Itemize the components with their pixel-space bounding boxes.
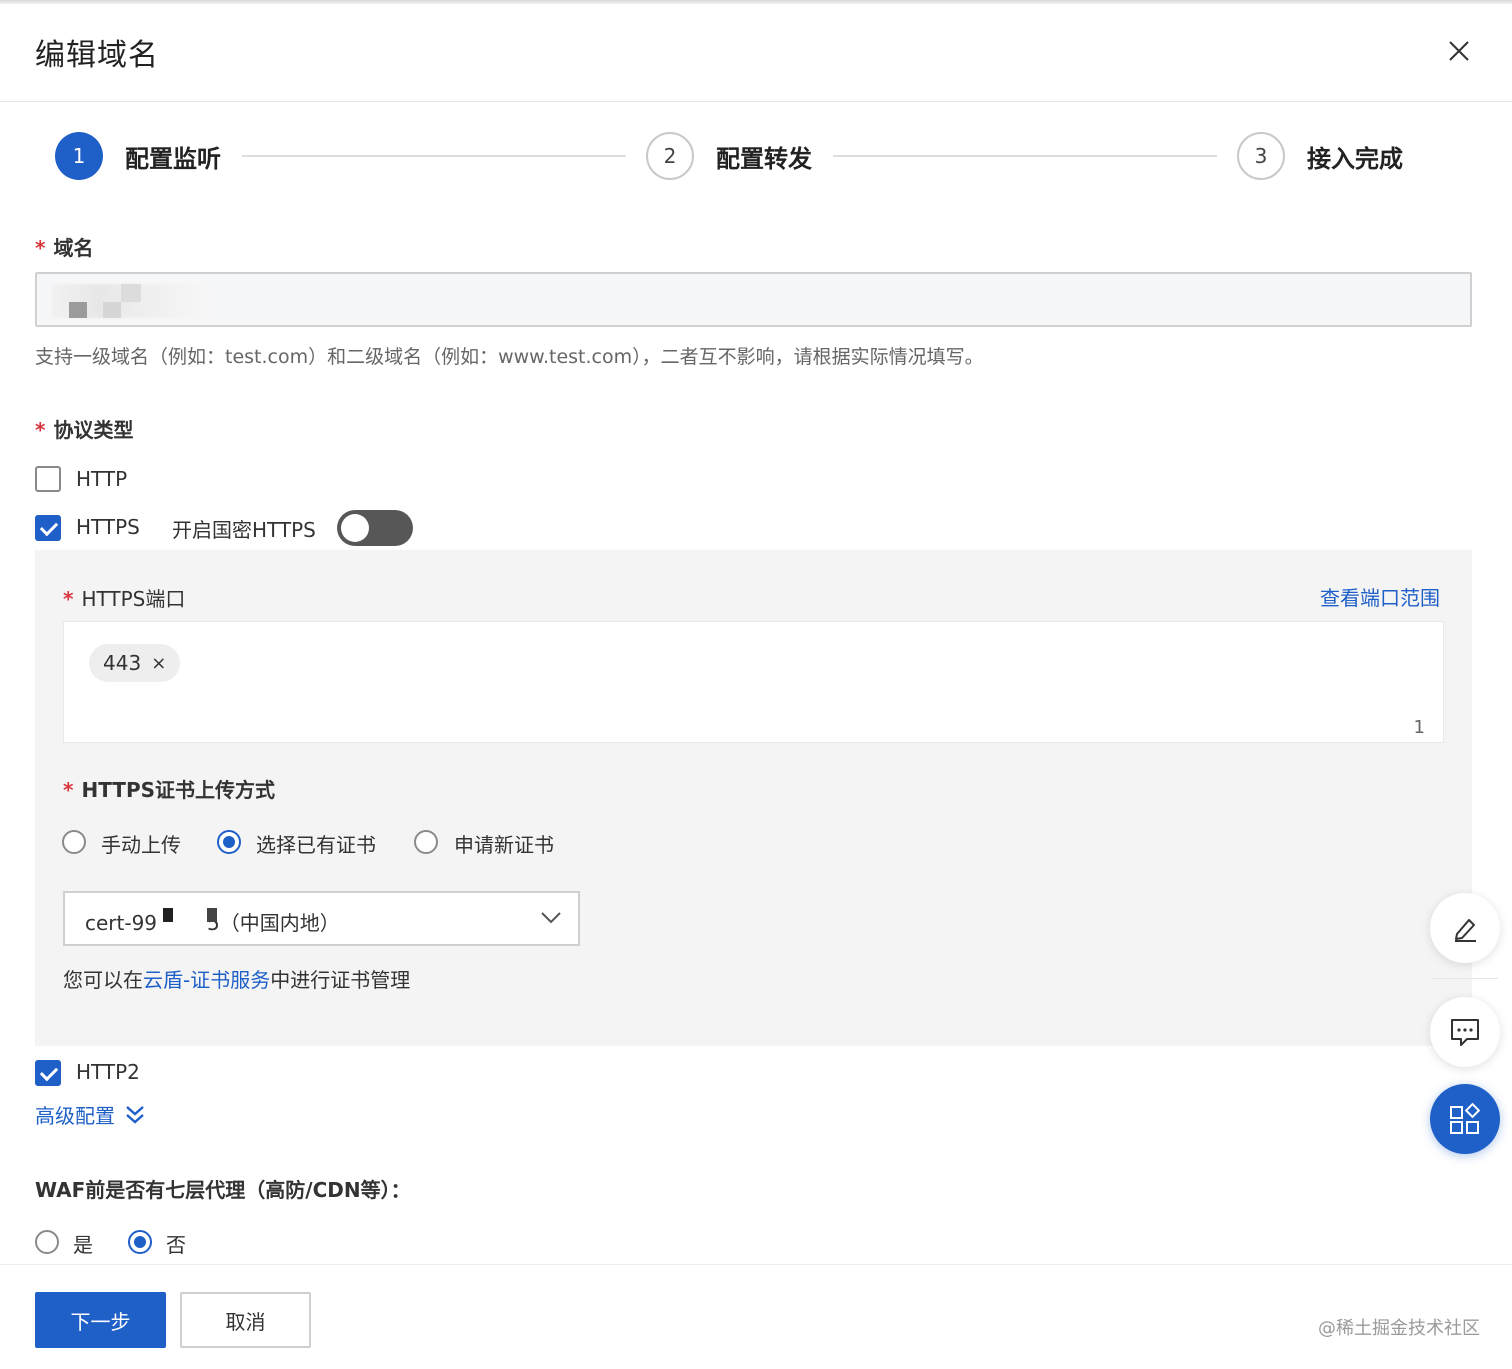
https-port-label-text: HTTPS端口 [81, 587, 186, 611]
apps-float-button[interactable] [1430, 1084, 1500, 1154]
cert-manage-text: 您可以在云盾-证书服务中进行证书管理 [63, 964, 410, 993]
next-button[interactable]: 下一步 [35, 1292, 166, 1348]
redacted-block [163, 908, 173, 922]
proxy-question-label: WAF前是否有七层代理（高防/CDN等）： [35, 1178, 411, 1202]
step-1: 1 配置监听 [55, 132, 221, 180]
required-mark: * [35, 418, 46, 442]
radio-new-cert-label: 申请新证书 [454, 833, 554, 857]
cert-upload-label-text: HTTPS证书上传方式 [81, 778, 276, 802]
toggle-knob [341, 514, 369, 542]
close-icon [1449, 41, 1469, 61]
radio-proxy-yes[interactable] [35, 1230, 59, 1254]
radio-existing-cert[interactable] [217, 830, 241, 854]
double-chevron-down-icon [126, 1105, 144, 1124]
feedback-float-button[interactable] [1430, 997, 1500, 1067]
required-mark: * [63, 778, 74, 802]
step-1-label: 配置监听 [125, 144, 221, 173]
chat-icon [1451, 1019, 1479, 1046]
domain-label-text: 域名 [53, 236, 94, 260]
watermark: @稀土掘金技术社区 [1318, 1318, 1480, 1339]
step-connector-2 [833, 155, 1217, 157]
redacted-block [69, 302, 87, 318]
radio-proxy-no-label: 否 [166, 1233, 186, 1257]
port-count: 1 [1413, 717, 1425, 738]
required-mark: * [63, 587, 74, 611]
cert-select-id: cert-99 [85, 911, 158, 935]
step-1-number: 1 [55, 132, 103, 180]
https-checkbox[interactable] [35, 515, 61, 541]
http-label: HTTP [76, 467, 128, 491]
edit-float-button[interactable] [1430, 893, 1500, 963]
redacted-block [121, 284, 141, 302]
redacted-block [207, 908, 217, 922]
radio-manual-upload-label: 手动上传 [101, 833, 181, 857]
advanced-config-label: 高级配置 [35, 1104, 115, 1128]
step-2-label: 配置转发 [716, 144, 812, 173]
gm-https-label: 开启国密HTTPS [172, 518, 316, 542]
required-mark: * [35, 236, 46, 260]
gm-https-toggle[interactable] [337, 510, 413, 546]
domain-input[interactable] [35, 272, 1472, 327]
domain-label: * 域名 [35, 232, 93, 261]
port-tag: 443 × [89, 644, 181, 682]
step-3-label: 接入完成 [1307, 144, 1403, 173]
close-button[interactable] [1444, 36, 1474, 66]
cert-select[interactable]: cert-99 5（中国内地） [63, 891, 580, 946]
step-3: 3 接入完成 [1237, 132, 1403, 180]
cert-manage-prefix: 您可以在 [63, 968, 143, 992]
step-3-number: 3 [1237, 132, 1285, 180]
port-tag-value: 443 [103, 651, 142, 675]
radio-proxy-no[interactable] [128, 1230, 152, 1254]
protocol-label: * 协议类型 [35, 414, 133, 443]
dialog-title: 编辑域名 [35, 38, 159, 73]
cert-upload-label: * HTTPS证书上传方式 [63, 774, 275, 803]
cert-service-link[interactable]: 云盾-证书服务 [143, 968, 270, 992]
cancel-button[interactable]: 取消 [180, 1292, 311, 1348]
view-port-range-link[interactable]: 查看端口范围 [1320, 582, 1440, 611]
cert-select-region: 5（中国内地） [207, 911, 340, 935]
protocol-label-text: 协议类型 [53, 418, 134, 442]
step-connector-1 [242, 155, 626, 157]
http2-checkbox[interactable] [35, 1060, 61, 1086]
radio-existing-cert-label: 选择已有证书 [256, 833, 376, 857]
chevron-down-icon [541, 912, 561, 924]
apps-icon [1450, 1102, 1481, 1134]
domain-hint: 支持一级域名（例如：test.com）和二级域名（例如：www.test.com… [35, 346, 984, 368]
step-2-number: 2 [646, 132, 694, 180]
https-port-label: * HTTPS端口 [63, 583, 185, 612]
radio-proxy-yes-label: 是 [73, 1233, 93, 1257]
fab-divider [1432, 978, 1498, 979]
cert-manage-suffix: 中进行证书管理 [270, 968, 411, 992]
redacted-block [103, 302, 121, 318]
advanced-config-toggle[interactable]: 高级配置 [35, 1100, 145, 1129]
step-2: 2 配置转发 [646, 132, 812, 180]
https-label: HTTPS [76, 515, 140, 539]
radio-manual-upload[interactable] [62, 830, 86, 854]
https-port-input[interactable]: 443 × 1 [63, 621, 1444, 743]
radio-new-cert[interactable] [414, 830, 438, 854]
http-checkbox[interactable] [35, 466, 61, 492]
dialog-header: 编辑域名 [0, 4, 1512, 102]
port-tag-remove-icon[interactable]: × [151, 653, 166, 674]
edit-icon [1455, 919, 1476, 942]
http2-label: HTTP2 [76, 1060, 140, 1084]
